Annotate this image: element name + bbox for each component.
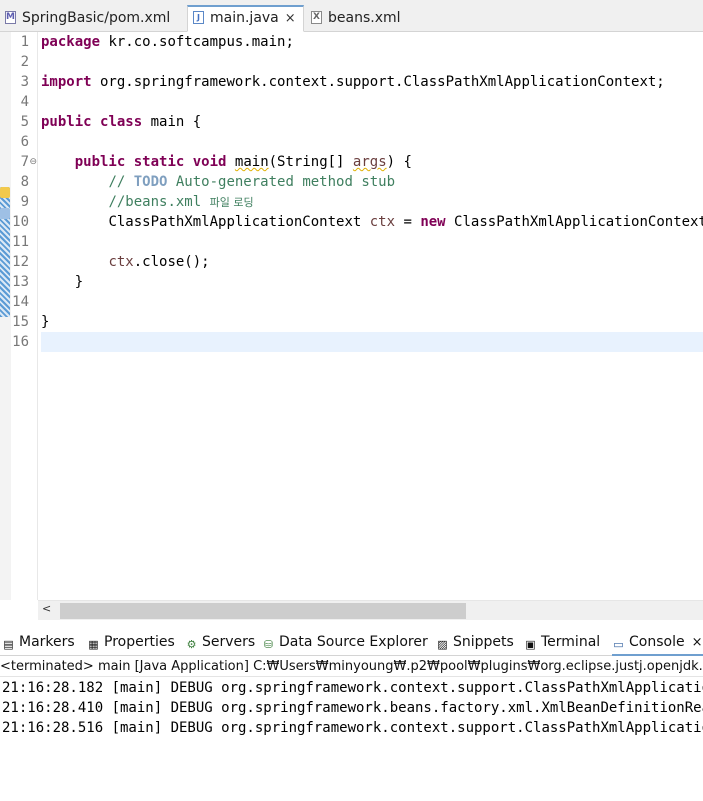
line-number: 13 bbox=[12, 274, 29, 290]
pom-file-icon: M bbox=[5, 11, 16, 24]
line-number: 16 bbox=[12, 334, 29, 350]
terminal-icon: ▣ bbox=[525, 638, 536, 651]
code-line-10[interactable]: ClassPathXmlApplicationContext ctx = new… bbox=[41, 212, 703, 232]
properties-icon: ▦ bbox=[88, 638, 99, 651]
code-line-15[interactable]: } bbox=[41, 312, 49, 332]
console-output[interactable]: 21:16:28.182 [main] DEBUG org.springfram… bbox=[0, 678, 703, 801]
close-icon[interactable]: × bbox=[285, 11, 296, 26]
line-number: 6 bbox=[20, 134, 29, 150]
panel-tab-bar: ▤ Markers ▦ Properties ⚙ Servers ⛁ Data Sour… bbox=[0, 630, 703, 656]
tab-beans-xml[interactable]: X beans.xml bbox=[306, 5, 406, 32]
tab-label: SpringBasic/pom.xml bbox=[22, 10, 171, 26]
line-number: 8 bbox=[20, 174, 29, 190]
line-number: 4 bbox=[20, 94, 29, 110]
current-line-highlight bbox=[41, 332, 703, 352]
horizontal-scrollbar[interactable]: < bbox=[38, 600, 703, 620]
console-process-header: <terminated> main [Java Application] C:₩… bbox=[0, 657, 703, 677]
tab-snippets[interactable]: ▨ Snippets bbox=[436, 630, 514, 655]
code-line-9[interactable]: //beans.xml 파일 로딩 bbox=[41, 192, 253, 212]
editor-tab-bar: M SpringBasic/pom.xml J main.java × X bea… bbox=[0, 0, 703, 32]
tab-label: beans.xml bbox=[328, 10, 401, 26]
tab-terminal[interactable]: ▣ Terminal bbox=[524, 630, 600, 655]
code-line-3[interactable]: import org.springframework.context.suppo… bbox=[41, 72, 665, 92]
line-number-ruler: 1 2 3 4 5 6 7 ⊖ 8 9 10 11 12 13 14 15 16 bbox=[11, 32, 38, 600]
tab-markers[interactable]: ▤ Markers bbox=[2, 630, 74, 655]
code-line-12[interactable]: ctx.close(); bbox=[41, 252, 209, 272]
tab-properties[interactable]: ▦ Properties bbox=[87, 630, 174, 655]
java-file-icon: J bbox=[193, 11, 204, 24]
code-line-1[interactable]: package kr.co.softcampus.main; bbox=[41, 32, 294, 52]
console-line: 21:16:28.182 [main] DEBUG org.springfram… bbox=[2, 680, 703, 696]
close-icon[interactable]: × bbox=[692, 635, 703, 650]
line-number: 5 bbox=[20, 114, 29, 130]
code-line-5[interactable]: public class main { bbox=[41, 112, 201, 132]
tab-pom-xml[interactable]: M SpringBasic/pom.xml bbox=[0, 5, 185, 32]
code-line-8[interactable]: // TODO Auto-generated method stub bbox=[41, 172, 395, 192]
tab-label: main.java bbox=[210, 10, 279, 26]
code-line-13[interactable]: } bbox=[41, 272, 83, 292]
line-number: 15 bbox=[12, 314, 29, 330]
line-number: 9 bbox=[20, 194, 29, 210]
tab-main-java[interactable]: J main.java × bbox=[187, 5, 304, 32]
console-icon: ▭ bbox=[613, 638, 624, 651]
code-editor[interactable]: package kr.co.softcampus.main; import or… bbox=[41, 32, 703, 600]
console-line: 21:16:28.516 [main] DEBUG org.springfram… bbox=[2, 720, 703, 736]
data-source-icon: ⛁ bbox=[263, 638, 274, 651]
tab-console[interactable]: ▭ Console × bbox=[612, 630, 703, 656]
xml-file-icon: X bbox=[311, 11, 322, 24]
markers-icon: ▤ bbox=[3, 638, 14, 651]
servers-icon: ⚙ bbox=[186, 638, 197, 651]
tab-data-source-explorer[interactable]: ⛁ Data Source Explorer bbox=[262, 630, 428, 655]
snippets-icon: ▨ bbox=[437, 638, 448, 651]
line-number: 12 bbox=[12, 254, 29, 270]
line-number: 3 bbox=[20, 74, 29, 90]
fold-collapse-icon[interactable]: ⊖ bbox=[29, 152, 37, 172]
line-number: 14 bbox=[12, 294, 29, 310]
console-line: 21:16:28.410 [main] DEBUG org.springfram… bbox=[2, 700, 703, 716]
line-number: 2 bbox=[20, 54, 29, 70]
scrollbar-thumb[interactable] bbox=[60, 603, 466, 619]
line-number: 7 bbox=[20, 154, 29, 170]
line-number: 1 bbox=[20, 34, 29, 50]
tab-servers[interactable]: ⚙ Servers bbox=[185, 630, 256, 655]
scroll-left-icon[interactable]: < bbox=[42, 602, 51, 615]
line-number: 11 bbox=[12, 234, 29, 250]
line-number: 10 bbox=[12, 214, 29, 230]
code-line-7[interactable]: public static void main(String[] args) { bbox=[41, 152, 412, 172]
